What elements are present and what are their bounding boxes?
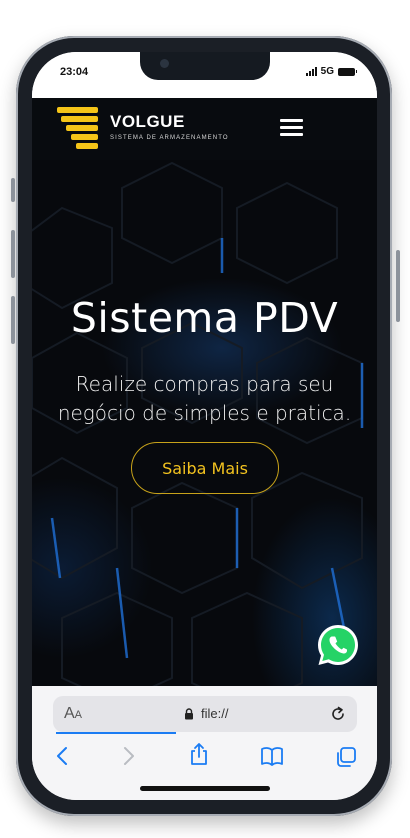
home-indicator[interactable]	[140, 786, 270, 791]
whatsapp-icon[interactable]	[317, 624, 359, 666]
reload-icon[interactable]	[329, 705, 347, 723]
bookmarks-icon[interactable]	[260, 746, 284, 766]
status-bar: 23:04 5G	[32, 52, 377, 98]
front-camera	[160, 59, 169, 68]
power-button	[396, 250, 400, 322]
battery-icon	[338, 67, 357, 76]
hero-title: Sistema PDV	[70, 294, 339, 342]
hamburger-menu-icon[interactable]	[280, 119, 303, 136]
saiba-mais-button[interactable]: Saiba Mais	[131, 442, 279, 494]
signal-icon	[305, 67, 317, 76]
lock-icon	[185, 708, 193, 720]
brand-name[interactable]: VOLGUE	[110, 112, 185, 132]
volume-up-button	[11, 230, 15, 278]
phone-screen: 23:04 5G VOLGUE SISTEMA DE ARMAZENAMENTO…	[32, 52, 377, 800]
back-icon[interactable]	[55, 746, 69, 766]
status-time: 23:04	[60, 66, 89, 78]
text-size-button[interactable]: AA	[64, 705, 82, 723]
silent-switch	[11, 178, 15, 202]
site-navbar: VOLGUE SISTEMA DE ARMAZENAMENTO	[32, 98, 377, 160]
volume-down-button	[11, 296, 15, 344]
forward-icon[interactable]	[122, 746, 136, 766]
url-text[interactable]: file://	[201, 706, 228, 721]
notch	[140, 52, 270, 80]
tabs-icon[interactable]	[335, 746, 357, 768]
network-label: 5G	[320, 66, 334, 77]
volgue-logo-icon[interactable]	[57, 107, 99, 151]
status-indicators: 5G	[305, 66, 357, 77]
hero-subtitle: Realize compras para seu negócio de simp…	[57, 372, 352, 425]
browser-toolbar: AA file://	[32, 686, 377, 800]
address-bar[interactable]: AA file://	[53, 696, 357, 732]
page-load-progress	[56, 732, 176, 734]
share-icon[interactable]	[189, 742, 209, 766]
website-viewport[interactable]: VOLGUE SISTEMA DE ARMAZENAMENTO Sistema …	[32, 98, 377, 686]
brand-tagline: SISTEMA DE ARMAZENAMENTO	[110, 135, 229, 141]
